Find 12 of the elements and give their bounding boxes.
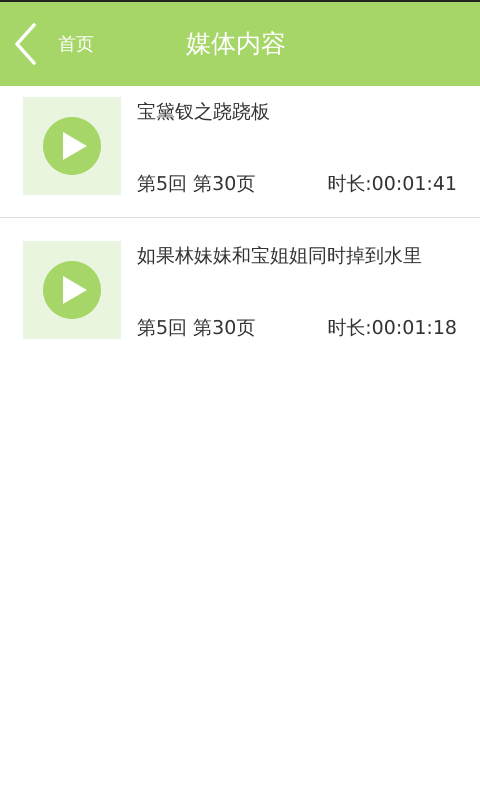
duration-label: 时长:00:01:18 xyxy=(327,316,457,341)
play-icon xyxy=(42,260,102,320)
page-title: 媒体内容 xyxy=(186,28,286,60)
chapter-label: 第5回 第30页 xyxy=(137,316,256,341)
media-item[interactable]: 如果林妹妹和宝姐姐同时掉到水里 第5回 第30页 时长:00:01:18 xyxy=(0,218,480,353)
item-title: 宝黛钗之跷跷板 xyxy=(137,100,270,125)
item-title: 如果林妹妹和宝姐姐同时掉到水里 xyxy=(137,244,422,269)
media-item[interactable]: 宝黛钗之跷跷板 第5回 第30页 时长:00:01:41 xyxy=(0,86,480,218)
chapter-label: 第5回 第30页 xyxy=(137,172,256,197)
play-icon xyxy=(42,116,102,176)
back-icon xyxy=(14,23,38,65)
duration-label: 时长:00:01:41 xyxy=(327,172,457,197)
